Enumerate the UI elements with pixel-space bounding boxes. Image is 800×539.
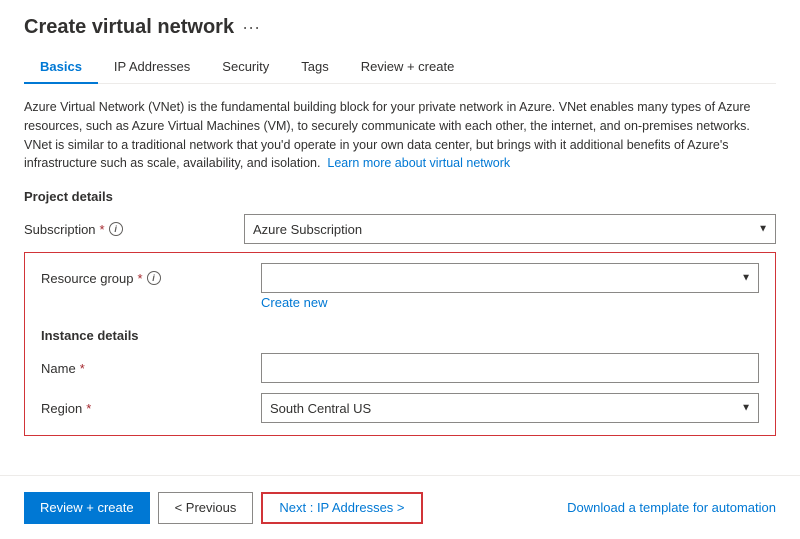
- name-label: Name: [41, 361, 76, 376]
- subscription-required: *: [100, 222, 105, 237]
- instance-details-title: Instance details: [41, 328, 759, 343]
- tab-tags[interactable]: Tags: [285, 51, 344, 84]
- subscription-select[interactable]: Azure Subscription: [244, 214, 776, 244]
- page-title: Create virtual network: [24, 16, 234, 39]
- resource-group-label: Resource group: [41, 271, 134, 286]
- download-template-link[interactable]: Download a template for automation: [567, 500, 776, 515]
- name-input[interactable]: [261, 353, 759, 383]
- name-required: *: [80, 361, 85, 376]
- review-create-button[interactable]: Review + create: [24, 492, 150, 524]
- name-row: Name *: [41, 353, 759, 383]
- title-menu-icon[interactable]: ···: [242, 17, 260, 38]
- footer: Review + create < Previous Next : IP Add…: [0, 475, 800, 539]
- resource-group-row: Resource group * i ▼: [41, 263, 759, 293]
- region-row: Region * South Central US East US West U…: [41, 393, 759, 423]
- region-select[interactable]: South Central US East US West US North E…: [261, 393, 759, 423]
- tab-bar: Basics IP Addresses Security Tags Review…: [24, 51, 776, 84]
- required-fields-section: Resource group * i ▼ Create new: [24, 252, 776, 436]
- subscription-info-icon[interactable]: i: [109, 222, 123, 236]
- create-new-link[interactable]: Create new: [261, 295, 759, 310]
- learn-more-link[interactable]: Learn more about virtual network: [327, 156, 510, 170]
- tab-ip-addresses[interactable]: IP Addresses: [98, 51, 206, 84]
- resource-group-required: *: [138, 271, 143, 286]
- project-details-title: Project details: [24, 189, 776, 204]
- region-required: *: [86, 401, 91, 416]
- subscription-label: Subscription: [24, 222, 96, 237]
- description-text: Azure Virtual Network (VNet) is the fund…: [24, 98, 776, 173]
- resource-group-select[interactable]: [261, 263, 759, 293]
- tab-basics[interactable]: Basics: [24, 51, 98, 84]
- region-label: Region: [41, 401, 82, 416]
- tab-security[interactable]: Security: [206, 51, 285, 84]
- next-button[interactable]: Next : IP Addresses >: [261, 492, 422, 524]
- previous-button[interactable]: < Previous: [158, 492, 254, 524]
- resource-group-info-icon[interactable]: i: [147, 271, 161, 285]
- tab-review-create[interactable]: Review + create: [345, 51, 471, 84]
- subscription-row: Subscription * i Azure Subscription ▼: [24, 214, 776, 244]
